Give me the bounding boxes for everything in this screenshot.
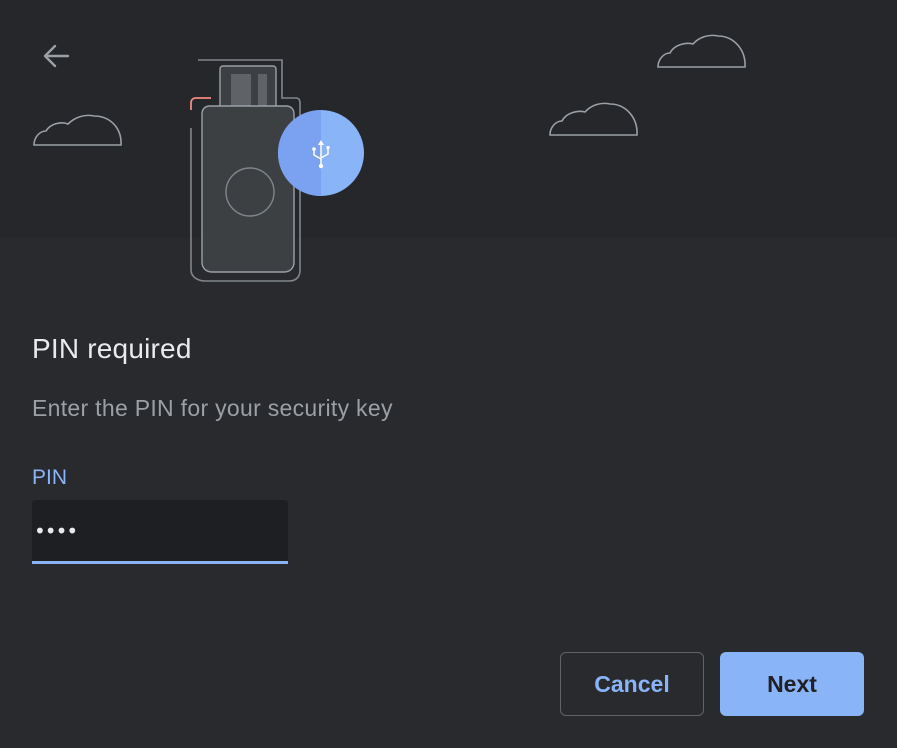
pin-field-label: PIN xyxy=(32,466,68,489)
pin-dialog: PIN required Enter the PIN for your secu… xyxy=(0,0,897,748)
cloud-icon xyxy=(33,114,122,146)
cloud-icon xyxy=(549,102,638,136)
cancel-button[interactable]: Cancel xyxy=(560,652,704,716)
back-button[interactable] xyxy=(36,36,76,76)
pin-field[interactable]: •••• xyxy=(32,500,290,564)
usb-icon xyxy=(278,110,364,196)
security-key-body xyxy=(201,65,295,273)
pin-input[interactable] xyxy=(32,500,290,561)
security-key-illustration xyxy=(33,34,746,282)
dialog-title: PIN required xyxy=(32,333,192,364)
cloud-icon xyxy=(657,34,746,68)
dialog-subtitle: Enter the PIN for your security key xyxy=(32,395,393,421)
arrow-left-icon xyxy=(43,44,70,68)
next-button[interactable]: Next xyxy=(720,652,864,716)
security-key-illustration-area xyxy=(0,0,897,300)
